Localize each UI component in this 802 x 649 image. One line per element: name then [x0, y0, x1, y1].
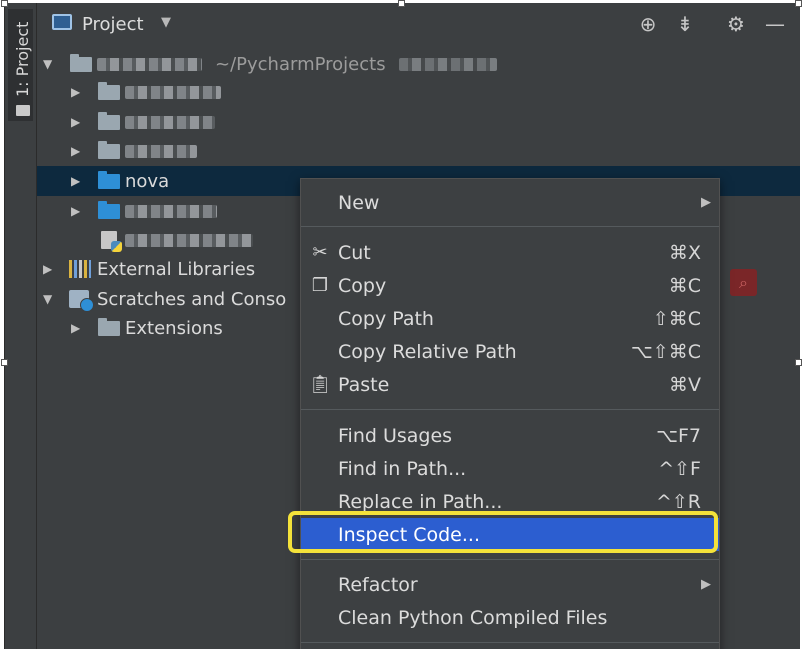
- obscured-name: [125, 85, 221, 99]
- menu-item-copy-relative-path[interactable]: Copy Relative Path ⌥⇧⌘C: [301, 335, 719, 368]
- obscured-name: [125, 115, 215, 129]
- folder-icon: [70, 53, 92, 72]
- folder-icon: [98, 111, 120, 130]
- menu-item-find-usages[interactable]: Find Usages ⌥F7: [301, 419, 719, 452]
- menu-item-cut[interactable]: ✂ Cut ⌘X: [301, 236, 719, 269]
- folder-icon: [98, 170, 120, 189]
- expand-right-icon[interactable]: ▶: [71, 115, 80, 129]
- folder-icon: [98, 317, 120, 336]
- selection-handle: [398, 0, 405, 7]
- obscured-name: [125, 144, 197, 158]
- obscured-name: [97, 57, 202, 71]
- menu-item-new[interactable]: New ▶: [301, 186, 719, 219]
- scratch-icon: [69, 290, 94, 312]
- gear-icon[interactable]: ⚙: [724, 12, 748, 36]
- tree-row-root[interactable]: ▼ ~/PycharmProjects: [37, 49, 800, 79]
- tree-row[interactable]: ▶: [37, 107, 800, 137]
- selection-handle: [1, 0, 8, 7]
- project-title[interactable]: Project: [82, 14, 144, 35]
- submenu-arrow-icon: ▶: [701, 577, 711, 592]
- expand-right-icon[interactable]: ▶: [71, 204, 80, 218]
- minimize-icon[interactable]: —: [763, 12, 787, 36]
- expand-down-icon[interactable]: ▼: [43, 57, 52, 71]
- obscured-path: [399, 57, 497, 71]
- folder-icon: [98, 200, 120, 219]
- tool-window-strip: 1: Project: [5, 3, 37, 649]
- copy-icon: ❐: [311, 275, 329, 296]
- library-icon: [69, 260, 91, 278]
- project-window-icon: [52, 14, 72, 30]
- python-file-icon: [101, 231, 122, 252]
- expand-right-icon[interactable]: ▶: [71, 174, 80, 188]
- tree-item-label: Extensions: [125, 317, 223, 339]
- tree-row[interactable]: ▶: [37, 77, 800, 107]
- menu-item-refactor[interactable]: Refactor ▶: [301, 568, 719, 601]
- context-menu: New ▶ ✂ Cut ⌘X ❐ Copy ⌘C Copy Path ⇧⌘C C…: [300, 178, 720, 649]
- chevron-down-icon[interactable]: ▼: [161, 15, 171, 30]
- selection-handle: [795, 359, 802, 366]
- selection-handle: [1, 359, 8, 366]
- folder-icon: [98, 140, 120, 159]
- ide-window: 1: Project Project ▼ ⊕ ⇟ ⚙ — ▼ ~/Pycharm…: [4, 3, 800, 649]
- expand-right-icon[interactable]: ▶: [71, 85, 80, 99]
- menu-item-copy-path[interactable]: Copy Path ⇧⌘C: [301, 302, 719, 335]
- folder-icon: [16, 105, 30, 116]
- tree-row[interactable]: ▶: [37, 136, 800, 166]
- tree-item-label: nova: [125, 170, 170, 192]
- expand-right-icon[interactable]: ▶: [71, 321, 80, 335]
- obscured-name: [125, 233, 253, 247]
- crosshair-icon[interactable]: ⊕: [636, 12, 660, 36]
- menu-separator: [301, 409, 719, 410]
- search-icon: ⌕: [730, 269, 757, 296]
- clipboard-icon: 📋︎: [308, 374, 332, 395]
- project-tool-tab[interactable]: 1: Project: [8, 9, 33, 121]
- menu-item-clean-python-compiled[interactable]: Clean Python Compiled Files: [301, 601, 719, 634]
- menu-separator: [301, 226, 719, 227]
- submenu-arrow-icon: ▶: [701, 195, 711, 210]
- root-path: ~/PycharmProjects: [215, 53, 386, 75]
- tree-item-label: Scratches and Conso: [97, 288, 287, 310]
- project-tool-label: 1: Project: [13, 21, 32, 97]
- menu-separator: [301, 559, 719, 560]
- folder-icon: [98, 81, 120, 100]
- menu-item-copy[interactable]: ❐ Copy ⌘C: [301, 269, 719, 302]
- collapse-icon[interactable]: ⇟: [673, 12, 697, 36]
- expand-right-icon[interactable]: ▶: [71, 144, 80, 158]
- selection-handle: [795, 0, 802, 7]
- menu-item-find-in-path[interactable]: Find in Path... ^⇧F: [301, 452, 719, 485]
- highlight-callout: [288, 511, 718, 553]
- expand-right-icon[interactable]: ▶: [43, 262, 52, 276]
- scissors-icon: ✂: [312, 242, 328, 263]
- obscured-name: [125, 204, 217, 218]
- menu-item-paste[interactable]: 📋︎ Paste ⌘V: [301, 368, 719, 401]
- expand-down-icon[interactable]: ▼: [43, 292, 52, 306]
- tree-item-label: External Libraries: [97, 258, 256, 280]
- project-header: Project ▼ ⊕ ⇟ ⚙ —: [37, 3, 800, 48]
- menu-separator: [301, 642, 719, 643]
